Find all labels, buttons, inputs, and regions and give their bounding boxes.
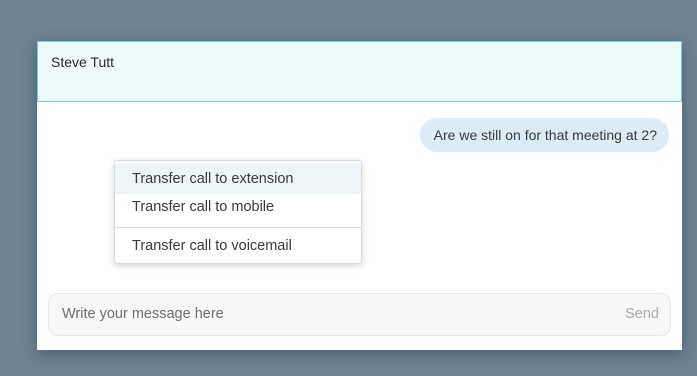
message-bubble: Are we still on for that meeting at 2?: [419, 118, 669, 152]
transfer-call-menu: Transfer call to extension Transfer call…: [114, 160, 362, 264]
chat-header: Steve Tutt: [37, 41, 682, 102]
menu-divider: [115, 227, 361, 228]
message-composer: Write your message here Send: [48, 293, 671, 336]
menu-item-transfer-mobile[interactable]: Transfer call to mobile: [115, 192, 361, 222]
message-input[interactable]: Write your message here: [62, 294, 582, 335]
menu-item-transfer-voicemail[interactable]: Transfer call to voicemail: [115, 231, 361, 261]
send-button[interactable]: Send: [625, 294, 659, 335]
chat-window: Steve Tutt Are we still on for that meet…: [37, 41, 682, 350]
contact-name: Steve Tutt: [51, 54, 115, 70]
menu-item-transfer-extension[interactable]: Transfer call to extension: [115, 164, 361, 194]
